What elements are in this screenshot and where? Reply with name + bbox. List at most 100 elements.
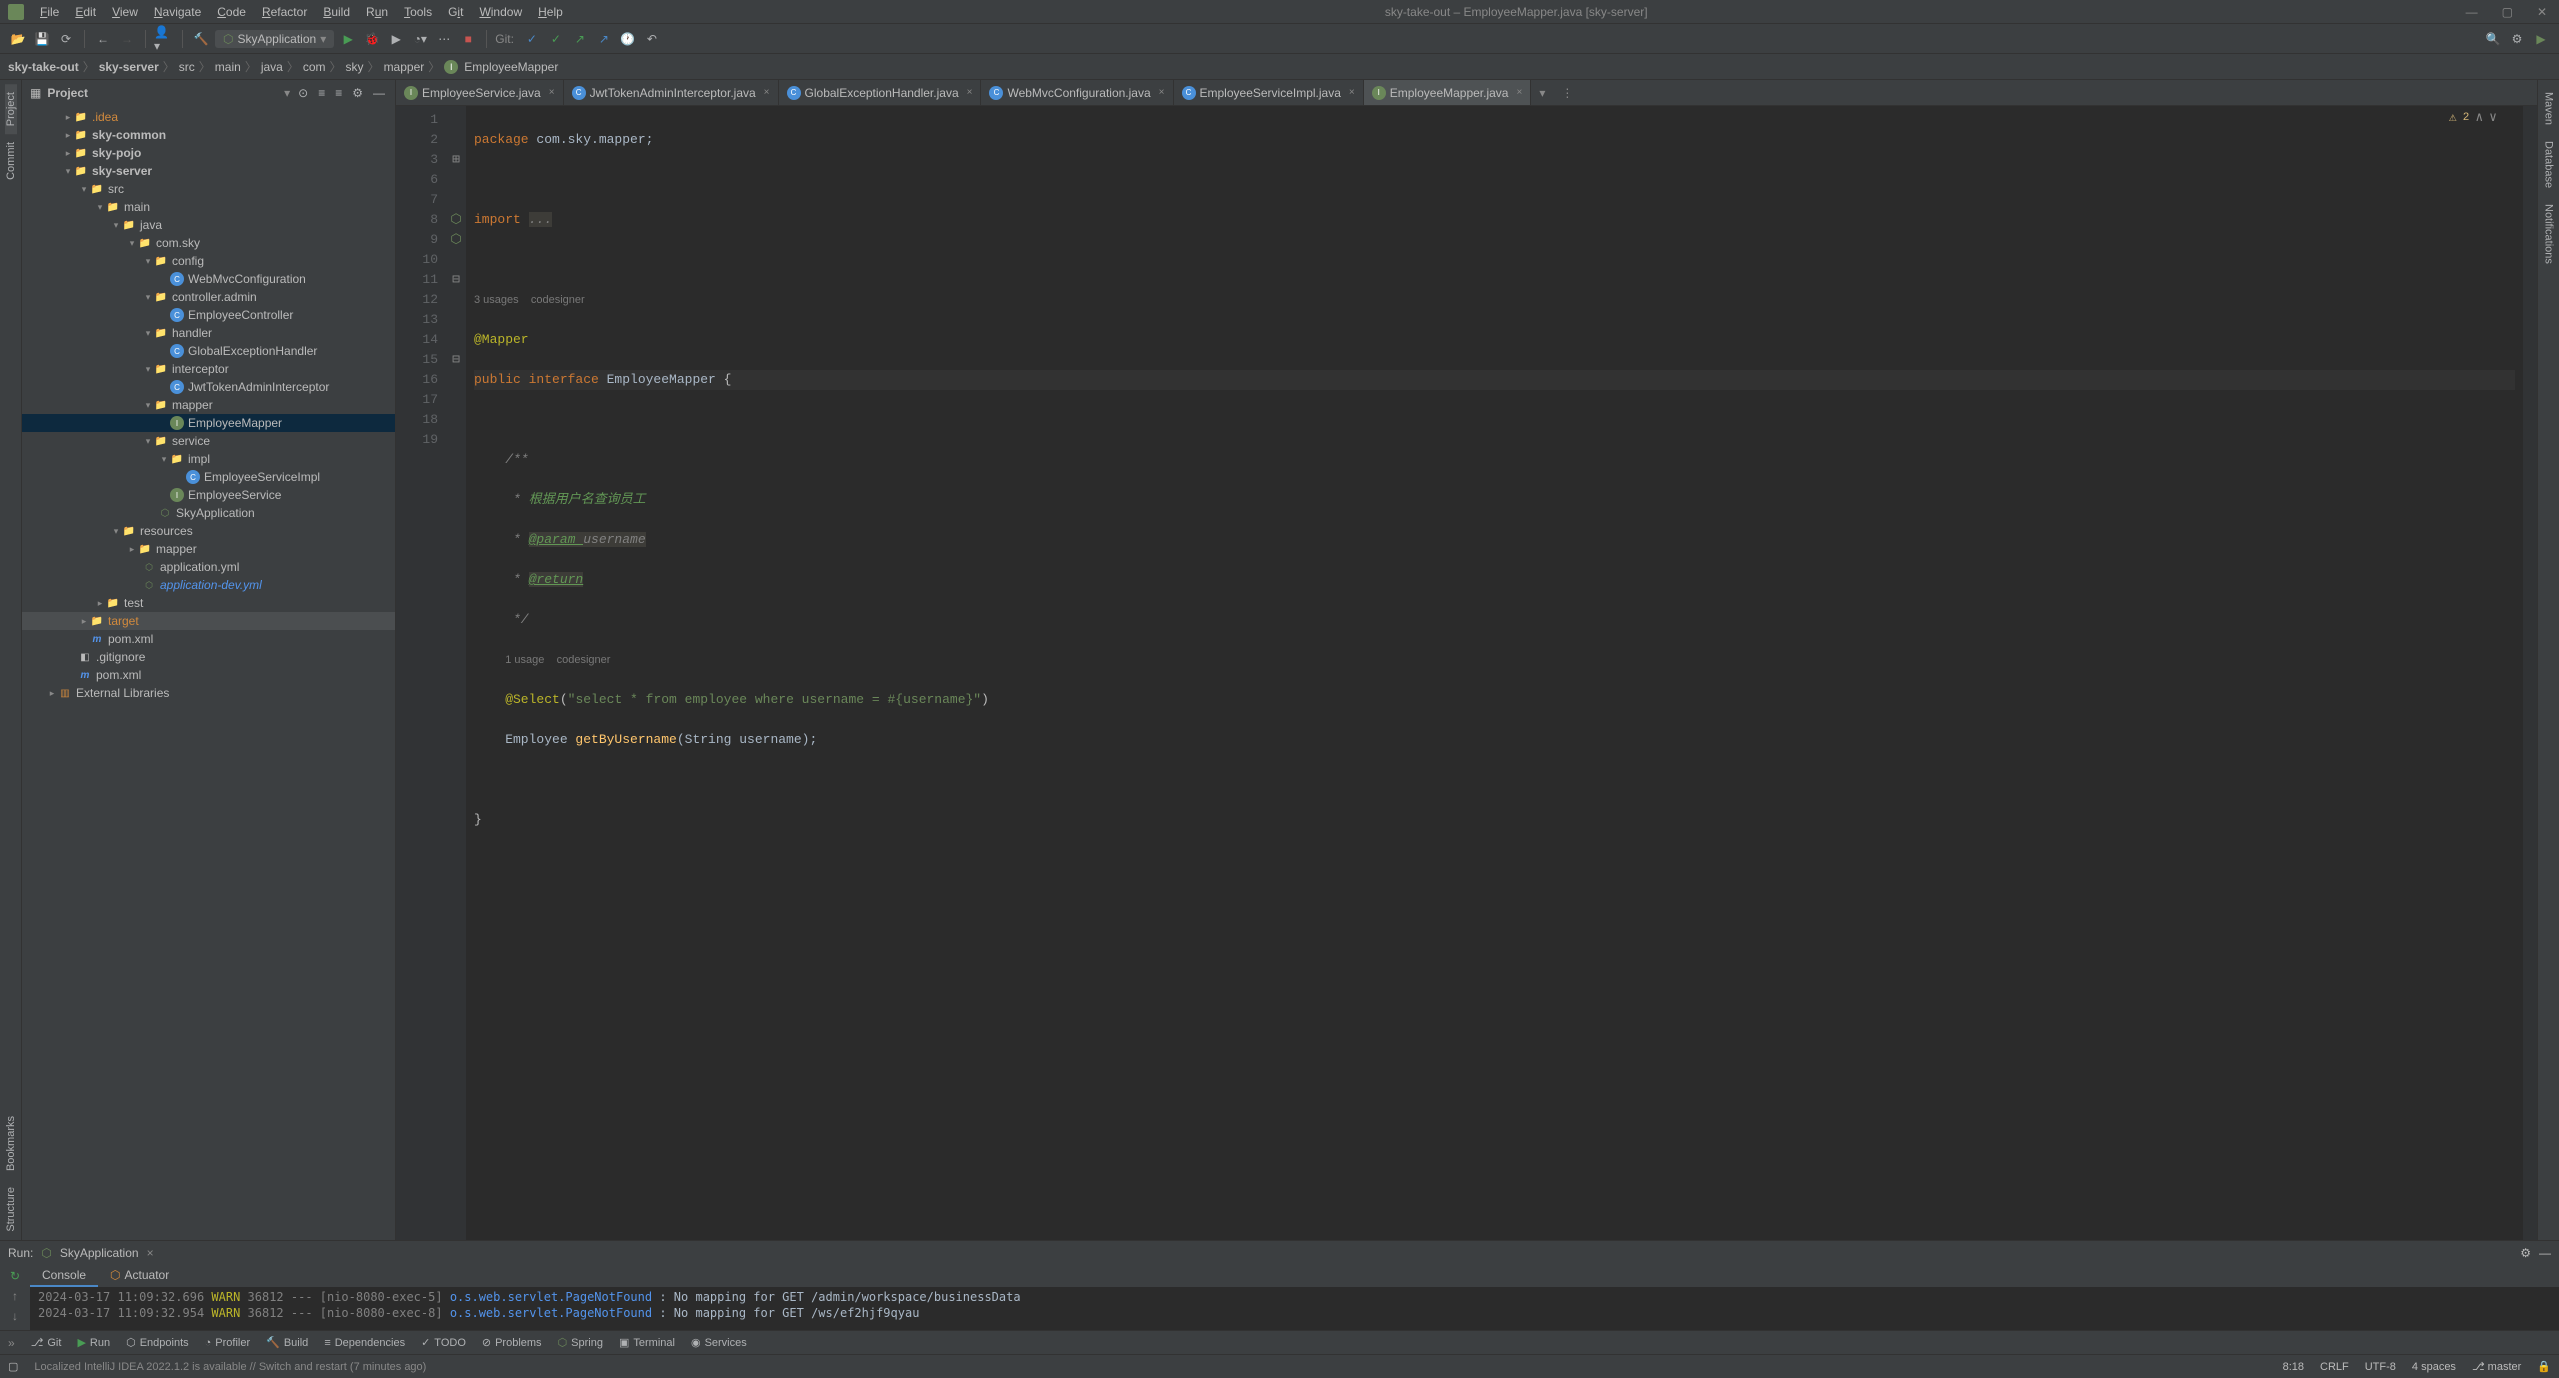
maximize-button[interactable]: ▢ xyxy=(2498,5,2517,19)
search-icon[interactable]: 🔍 xyxy=(2483,29,2503,49)
open-icon[interactable]: 📂 xyxy=(8,29,28,49)
lock-icon[interactable]: 🔒 xyxy=(2537,1360,2551,1373)
menu-edit[interactable]: Edit xyxy=(67,5,104,19)
close-icon[interactable]: × xyxy=(1159,87,1165,98)
crumb-src[interactable]: src xyxy=(179,60,195,74)
run-hide-icon[interactable]: — xyxy=(2539,1246,2551,1260)
spring-tool[interactable]: ⬡Spring xyxy=(558,1336,603,1349)
project-tab[interactable]: Project xyxy=(5,84,17,134)
console-output[interactable]: 2024-03-17 11:09:32.696 WARN 36812 --- [… xyxy=(30,1287,2559,1330)
menu-git[interactable]: Git xyxy=(440,5,471,19)
git-rollback-icon[interactable]: ↶ xyxy=(642,29,662,49)
menu-window[interactable]: Window xyxy=(471,5,530,19)
tab-geh[interactable]: CGlobalExceptionHandler.java× xyxy=(779,80,982,105)
tree-sky-common[interactable]: ▸📁sky-common xyxy=(22,126,395,144)
tab-more-icon[interactable]: ⋮ xyxy=(1553,80,1581,105)
tree-skyapp[interactable]: ⬡SkyApplication xyxy=(22,504,395,522)
tree-idea[interactable]: ▸📁.idea xyxy=(22,108,395,126)
impl-icon[interactable]: ⬡ xyxy=(446,230,466,250)
crumb-module[interactable]: sky-server xyxy=(99,60,159,74)
git-pull-icon[interactable]: ↗ xyxy=(594,29,614,49)
tree-src[interactable]: ▾📁src xyxy=(22,180,395,198)
tree-webmvc[interactable]: CWebMvcConfiguration xyxy=(22,270,395,288)
prev-highlight-icon[interactable]: ∧ xyxy=(2475,110,2483,125)
database-tab[interactable]: Database xyxy=(2543,133,2555,196)
tree-comsky[interactable]: ▾📁com.sky xyxy=(22,234,395,252)
build-tool[interactable]: 🔨Build xyxy=(266,1336,308,1349)
menu-help[interactable]: Help xyxy=(530,5,571,19)
git-branch[interactable]: ⎇ master xyxy=(2472,1360,2521,1373)
tree-interceptor[interactable]: ▾📁interceptor xyxy=(22,360,395,378)
tree-app-dev-yml[interactable]: ⬡application-dev.yml xyxy=(22,576,395,594)
todo-tool[interactable]: ✓TODO xyxy=(421,1336,466,1349)
minimize-button[interactable]: — xyxy=(2462,5,2482,19)
gear-icon[interactable]: ⚙ xyxy=(350,86,365,100)
services-tool[interactable]: ◉Services xyxy=(691,1336,747,1349)
coverage-icon[interactable]: ▶ xyxy=(386,29,406,49)
menu-code[interactable]: Code xyxy=(209,5,254,19)
tab-empservice[interactable]: IEmployeeService.java× xyxy=(396,80,564,105)
tree-mapper-res[interactable]: ▸📁mapper xyxy=(22,540,395,558)
hide-icon[interactable]: — xyxy=(371,86,387,100)
tree-extlib[interactable]: ▸▥External Libraries xyxy=(22,684,395,702)
tree-java[interactable]: ▾📁java xyxy=(22,216,395,234)
git-commit-icon[interactable]: ✓ xyxy=(546,29,566,49)
fold-icon[interactable]: ⊞ xyxy=(446,150,466,170)
attach-icon[interactable]: ⋯ xyxy=(434,29,454,49)
rerun-icon[interactable]: ↻ xyxy=(10,1269,20,1283)
fold-icon[interactable]: ⊟ xyxy=(446,350,466,370)
crumb-main[interactable]: main xyxy=(215,60,241,74)
tree-config[interactable]: ▾📁config xyxy=(22,252,395,270)
crumb-root[interactable]: sky-take-out xyxy=(8,60,79,74)
tab-webmvc[interactable]: CWebMvcConfiguration.java× xyxy=(981,80,1173,105)
tree-app-yml[interactable]: ⬡application.yml xyxy=(22,558,395,576)
tree-service[interactable]: ▾📁service xyxy=(22,432,395,450)
tree-sky-server[interactable]: ▾📁sky-server xyxy=(22,162,395,180)
cursor-position[interactable]: 8:18 xyxy=(2283,1361,2304,1373)
profile-icon[interactable]: ◔▾ xyxy=(410,29,430,49)
close-icon[interactable]: × xyxy=(1349,87,1355,98)
tree-empmapper[interactable]: IEmployeeMapper xyxy=(22,414,395,432)
terminal-tool[interactable]: ▣Terminal xyxy=(619,1336,675,1349)
tab-jwt[interactable]: CJwtTokenAdminInterceptor.java× xyxy=(564,80,779,105)
line-separator[interactable]: CRLF xyxy=(2320,1361,2349,1373)
tree-empcontroller[interactable]: CEmployeeController xyxy=(22,306,395,324)
tree-controller[interactable]: ▾📁controller.admin xyxy=(22,288,395,306)
tree-empimpl[interactable]: CEmployeeServiceImpl xyxy=(22,468,395,486)
tree-resources[interactable]: ▾📁resources xyxy=(22,522,395,540)
dropdown-icon[interactable]: 👤▾ xyxy=(154,29,174,49)
git-tool[interactable]: ⎇Git xyxy=(31,1336,62,1349)
tab-empimpl[interactable]: CEmployeeServiceImpl.java× xyxy=(1174,80,1364,105)
project-tree[interactable]: ▸📁.idea ▸📁sky-common ▸📁sky-pojo ▾📁sky-se… xyxy=(22,106,395,1240)
status-icon[interactable]: ▢ xyxy=(8,1360,18,1373)
close-icon[interactable]: × xyxy=(967,87,973,98)
run-config-selector[interactable]: ⬡ SkyApplication ▾ xyxy=(215,30,334,48)
git-push-icon[interactable]: ↗ xyxy=(570,29,590,49)
settings-icon[interactable]: ⚙ xyxy=(2507,29,2527,49)
tab-dropdown-icon[interactable]: ▾ xyxy=(1531,80,1553,105)
editor-scrollbar[interactable] xyxy=(2523,106,2537,1240)
close-button[interactable]: ✕ xyxy=(2533,5,2551,19)
tree-sky-pojo[interactable]: ▸📁sky-pojo xyxy=(22,144,395,162)
menu-refactor[interactable]: Refactor xyxy=(254,5,315,19)
menu-navigate[interactable]: Navigate xyxy=(146,5,209,19)
back-icon[interactable]: ← xyxy=(93,29,113,49)
tree-jwt[interactable]: CJwtTokenAdminInterceptor xyxy=(22,378,395,396)
actuator-tab[interactable]: ⬡Actuator xyxy=(98,1265,181,1287)
crumb-class[interactable]: EmployeeMapper xyxy=(464,60,558,74)
crumb-java[interactable]: java xyxy=(261,60,283,74)
tree-impl[interactable]: ▾📁impl xyxy=(22,450,395,468)
tree-main[interactable]: ▾📁main xyxy=(22,198,395,216)
menu-view[interactable]: View xyxy=(104,5,146,19)
reload-icon[interactable]: ⟳ xyxy=(56,29,76,49)
debug-icon[interactable]: 🐞 xyxy=(362,29,382,49)
usage-hint[interactable]: 1 usage codesigner xyxy=(505,654,610,666)
problems-tool[interactable]: ⊘Problems xyxy=(482,1336,542,1349)
tree-test[interactable]: ▸📁test xyxy=(22,594,395,612)
notifications-tab[interactable]: Notifications xyxy=(2543,196,2555,272)
crumb-com[interactable]: com xyxy=(303,60,326,74)
down-icon[interactable]: ↓ xyxy=(12,1309,18,1323)
ide-icon[interactable]: ▶ xyxy=(2531,29,2551,49)
save-icon[interactable]: 💾 xyxy=(32,29,52,49)
tree-handler[interactable]: ▾📁handler xyxy=(22,324,395,342)
